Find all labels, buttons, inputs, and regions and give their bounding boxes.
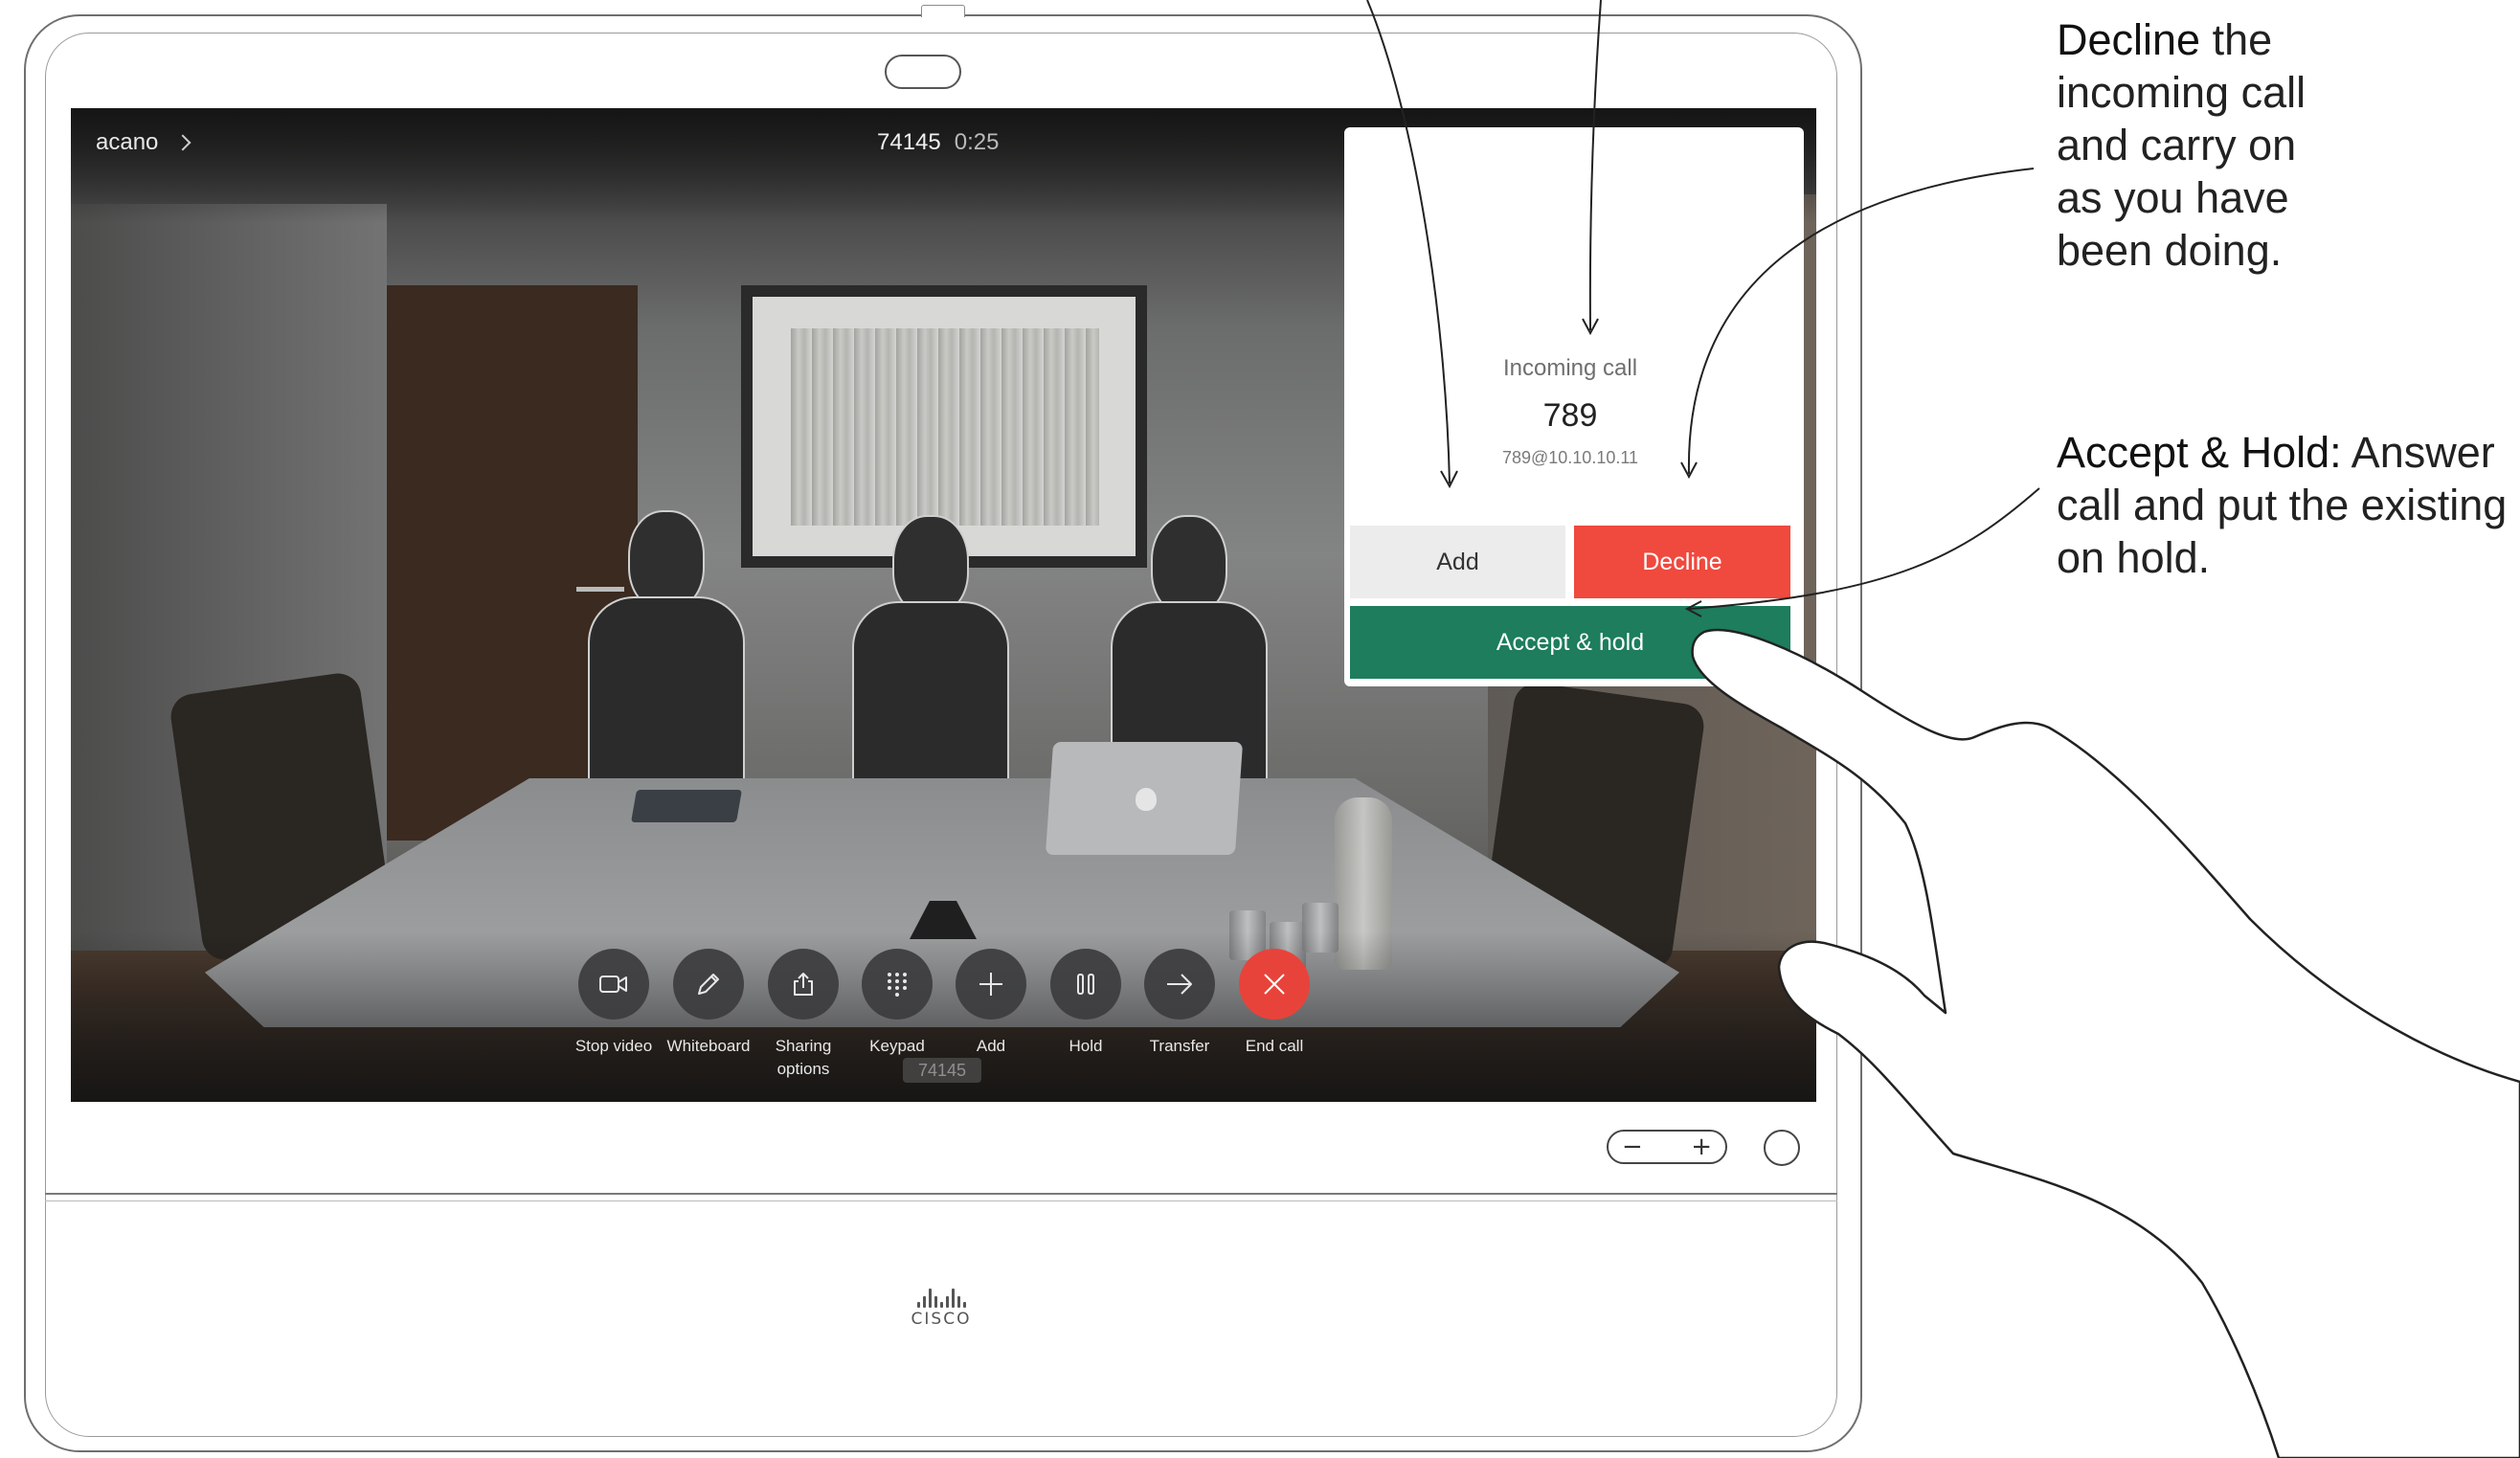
accept-hold-keyword: Accept & Hold:	[2057, 428, 2342, 477]
cisco-bars-icon	[900, 1285, 982, 1308]
video-call-screen: acano 74145 0:25 Stop video Whiteboard S…	[71, 108, 1816, 1102]
close-icon	[1239, 949, 1310, 1020]
volume-up-button[interactable]: +	[1691, 1133, 1712, 1161]
cisco-wordmark: CISCO	[911, 1310, 972, 1329]
share-icon	[768, 949, 839, 1020]
decline-button[interactable]: Decline	[1574, 526, 1790, 598]
camera-icon-housing	[885, 55, 961, 89]
annotation-text: as you have	[2057, 173, 2289, 222]
decline-keyword: Decline	[2057, 15, 2201, 64]
incoming-call-panel: Incoming call 789 789@10.10.10.11 Add De…	[1344, 127, 1804, 686]
annotation-text: the	[2200, 15, 2273, 64]
toolbar-label: End call	[1245, 1037, 1304, 1055]
caller-uri: 789@10.10.10.11	[1501, 448, 1639, 467]
call-info: 74145 0:25	[877, 129, 999, 156]
conference-phone	[631, 790, 742, 822]
annotation-text: incoming call	[2057, 68, 2306, 117]
annotation-text: and carry on	[2057, 121, 2297, 169]
laptop-logo	[1136, 788, 1157, 811]
add-call-button[interactable]: Add	[1350, 526, 1565, 598]
annotation-text: call and put the existing	[2057, 481, 2508, 529]
camera-icon	[578, 949, 649, 1020]
volume-down-button[interactable]: −	[1622, 1133, 1643, 1161]
incoming-call-title: Incoming call	[1502, 355, 1638, 381]
accept-hold-button[interactable]: Accept & hold	[1350, 606, 1790, 679]
pause-icon	[1050, 949, 1121, 1020]
call-timer: 0:25	[954, 129, 1000, 155]
annotation-text: Answer	[2341, 428, 2495, 477]
plus-icon	[956, 949, 1026, 1020]
wall-picture-art	[791, 328, 1099, 526]
chevron-right-icon	[174, 134, 191, 151]
end-call-button[interactable]: End call	[1217, 949, 1332, 1058]
site-name-label: acano	[96, 129, 159, 155]
device-top-notch	[921, 5, 965, 17]
volume-control[interactable]: − +	[1607, 1130, 1727, 1164]
participant-silhouette	[588, 510, 745, 811]
arrow-right-icon	[1144, 949, 1215, 1020]
caller-number: 789	[1542, 397, 1598, 434]
annotation-text: been doing.	[2057, 226, 2283, 275]
keypad-icon	[862, 949, 933, 1020]
decline-annotation: Decline the incoming call and carry on a…	[2057, 13, 2306, 277]
keypad-number-chip: 74145	[903, 1058, 981, 1083]
base-divider	[45, 1193, 1837, 1195]
home-button[interactable]	[1764, 1130, 1800, 1166]
cisco-logo: CISCO	[900, 1285, 982, 1329]
annotation-text: on hold.	[2057, 533, 2211, 582]
site-name-button[interactable]: acano	[96, 129, 191, 156]
participant-silhouette	[852, 515, 1009, 816]
accept-hold-annotation: Accept & Hold: Answer call and put the e…	[2057, 426, 2507, 584]
pencil-icon	[673, 949, 744, 1020]
base-divider	[45, 1200, 1837, 1201]
call-number: 74145	[877, 129, 941, 155]
